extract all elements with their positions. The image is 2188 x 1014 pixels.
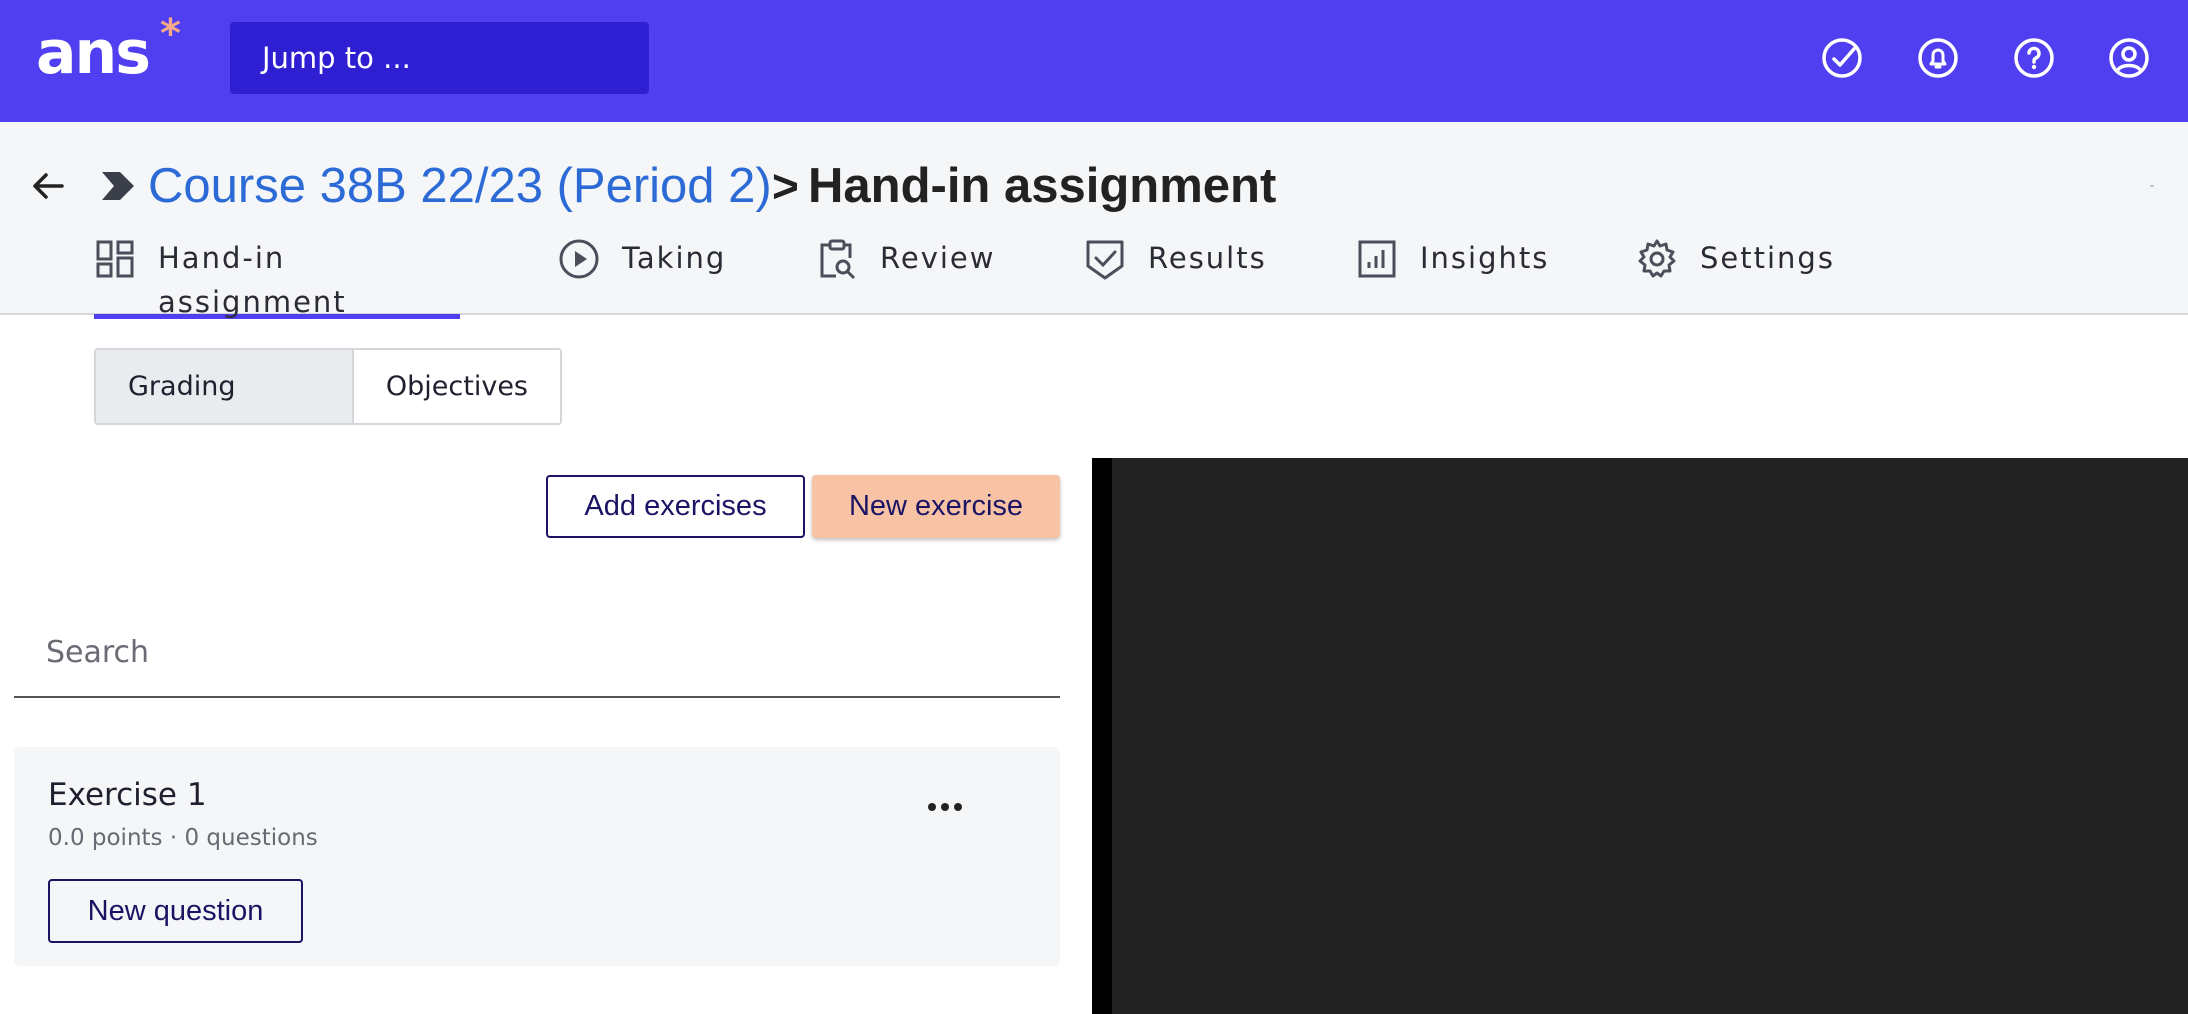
shield-check-icon (1084, 238, 1126, 280)
tab-label: Results (1148, 241, 1267, 275)
tab-hand-in-assignment[interactable]: Hand-in assignment (94, 236, 460, 319)
tab-label: Insights (1420, 241, 1550, 275)
tab-review[interactable]: Review (816, 236, 995, 314)
tab-insights[interactable]: Insights (1356, 236, 1549, 314)
new-question-button[interactable]: New question (48, 879, 303, 943)
tab-label: Hand-in assignment (158, 241, 347, 319)
exercise-title: Exercise 1 (48, 777, 207, 813)
gear-icon (1636, 238, 1678, 280)
tab-taking[interactable]: Taking (558, 236, 726, 314)
search-input[interactable] (14, 612, 1060, 692)
jump-to-input[interactable]: Jump to ... (230, 22, 649, 94)
bar-chart-icon (1356, 238, 1398, 280)
account-icon[interactable] (2107, 36, 2151, 80)
top-bar: ans * Jump to ... (0, 0, 2188, 122)
tab-label: Settings (1700, 241, 1835, 275)
tab-results[interactable]: Results (1084, 236, 1267, 314)
add-exercises-button[interactable]: Add exercises (546, 475, 805, 538)
clipboard-search-icon (816, 238, 858, 280)
view-toggle: Grading scheme Objectives (94, 348, 562, 425)
play-circle-icon (558, 238, 600, 280)
logo-star: * (160, 11, 181, 57)
breadcrumb-course-link[interactable]: Course 38B 22/23 (Period 2) (148, 156, 772, 216)
tab-settings[interactable]: Settings (1636, 236, 1835, 314)
page-header: Course 38B 22/23 (Period 2) > Hand-in as… (0, 122, 2188, 319)
grading-scheme-toggle[interactable]: Grading scheme (96, 350, 354, 423)
page-title: Hand-in assignment (808, 159, 1277, 213)
breadcrumb-chevron-icon (100, 170, 136, 202)
breadcrumb-separator: > (772, 160, 799, 212)
objectives-toggle[interactable]: Objectives (353, 350, 560, 423)
exercise-card: Exercise 1 0.0 points · 0 questions New … (14, 747, 1060, 966)
help-icon[interactable] (2012, 36, 2056, 80)
tab-label: Review (880, 241, 996, 275)
tab-label: Taking (622, 241, 727, 275)
search-field (14, 612, 1060, 698)
exercise-meta: 0.0 points · 0 questions (48, 825, 318, 851)
preview-panel (1092, 458, 2188, 1014)
check-circle-icon[interactable] (1820, 36, 1864, 80)
bell-icon[interactable] (1916, 36, 1960, 80)
logo[interactable]: ans (36, 18, 151, 88)
more-options-icon[interactable] (924, 797, 966, 817)
new-exercise-button[interactable]: New exercise (812, 475, 1060, 538)
dashboard-icon (94, 238, 136, 280)
divider-dot (2150, 185, 2154, 187)
back-arrow-icon[interactable] (28, 166, 68, 206)
